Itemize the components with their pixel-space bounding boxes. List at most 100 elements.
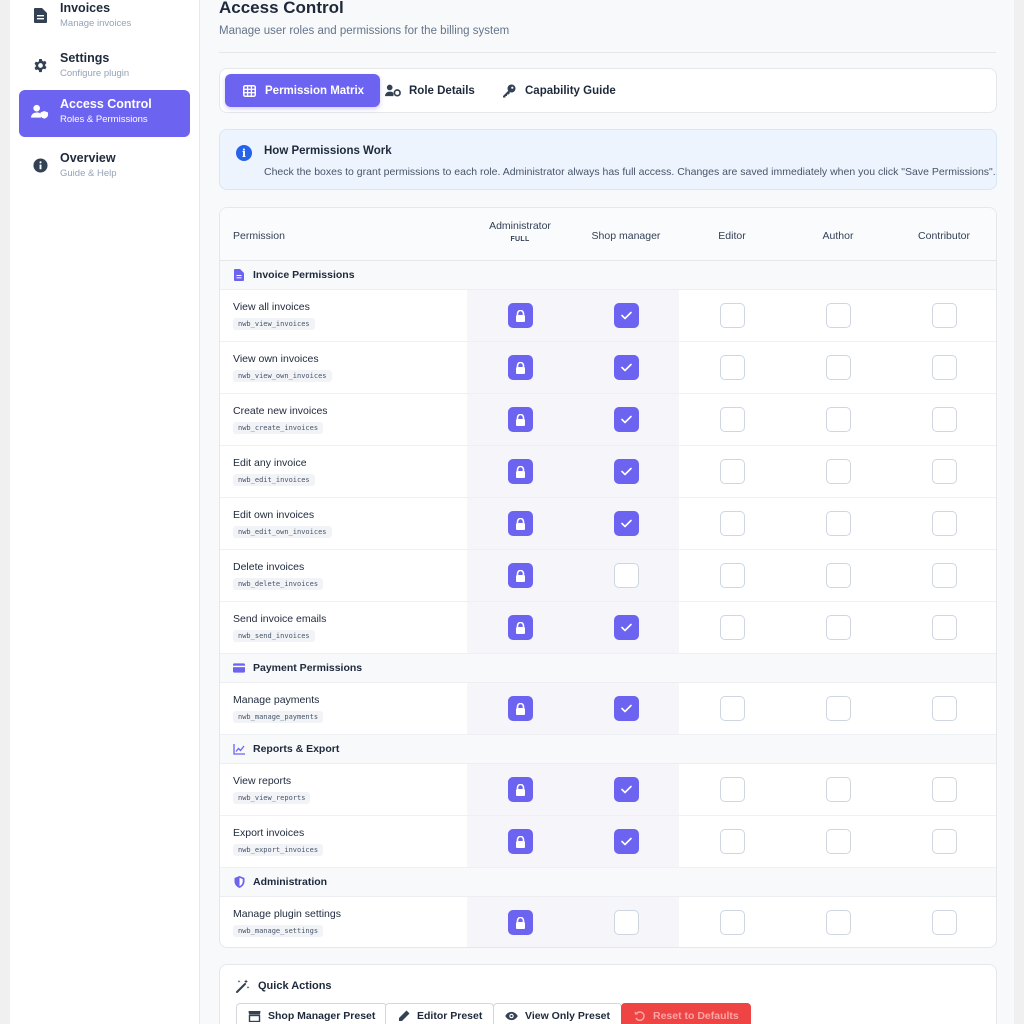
author-checkbox[interactable] [825,355,851,380]
administrator-locked-checkbox [507,829,533,854]
editor-checkbox[interactable] [719,303,745,328]
editor-preset-button[interactable]: Editor Preset [385,1003,495,1024]
lock-icon [515,309,526,322]
lock-icon [515,783,526,796]
contributor-checkbox[interactable] [931,563,957,588]
check-icon [620,415,632,424]
key-icon [501,83,517,99]
contributor-checkbox[interactable] [931,511,957,536]
permission-row: Manage payments nwb_manage_payments [220,683,996,735]
role-header-contributor: Contributor [918,230,970,242]
contributor-checkbox[interactable] [931,459,957,484]
lock-icon [515,517,526,530]
capability-code: nwb_manage_payments [233,711,324,723]
shop-manager-checkbox[interactable] [613,355,639,380]
sidebar-item-subtitle: Configure plugin [60,68,130,79]
author-checkbox[interactable] [825,459,851,484]
section-label: Reports & Export [253,743,340,755]
shop-manager-checkbox[interactable] [613,777,639,802]
sidebar-item-title: Access Control [60,97,152,111]
sidebar-item-access-control[interactable]: Access Control Roles & Permissions [19,90,190,137]
lock-icon [515,916,526,929]
check-icon [620,363,632,372]
editor-checkbox[interactable] [719,829,745,854]
sidebar-item-title: Invoices [60,1,111,15]
role-header-editor: Editor [718,230,746,242]
tab-capability-guide[interactable]: Capability Guide [501,74,616,107]
contributor-checkbox[interactable] [931,615,957,640]
lock-icon [515,835,526,848]
magic-wand-icon [236,979,250,993]
contributor-checkbox[interactable] [931,407,957,432]
capability-code: nwb_edit_own_invoices [233,526,332,538]
lock-icon [515,702,526,715]
sidebar-item-subtitle: Roles & Permissions [60,114,148,125]
table-icon [241,83,257,99]
editor-checkbox[interactable] [719,511,745,536]
editor-checkbox[interactable] [719,696,745,721]
contributor-checkbox[interactable] [931,696,957,721]
store-icon [248,1010,261,1023]
author-checkbox[interactable] [825,777,851,802]
contributor-checkbox[interactable] [931,355,957,380]
author-checkbox[interactable] [825,615,851,640]
permission-name: Manage payments [233,694,320,706]
capability-code: nwb_view_reports [233,792,311,804]
contributor-checkbox[interactable] [931,910,957,935]
author-checkbox[interactable] [825,829,851,854]
author-checkbox[interactable] [825,696,851,721]
author-checkbox[interactable] [825,563,851,588]
editor-checkbox[interactable] [719,615,745,640]
shop-manager-checkbox[interactable] [613,303,639,328]
sidebar-item-overview[interactable]: Overview Guide & Help [19,144,190,191]
editor-checkbox[interactable] [719,355,745,380]
section-label: Administration [253,876,328,888]
check-icon [620,467,632,476]
tab-label: Permission Matrix [265,84,365,97]
editor-checkbox[interactable] [719,777,745,802]
sidebar-item-title: Settings [60,51,110,65]
contributor-checkbox[interactable] [931,829,957,854]
editor-checkbox[interactable] [719,459,745,484]
shop-manager-checkbox[interactable] [613,829,639,854]
shop-manager-checkbox[interactable] [613,511,639,536]
shop-manager-checkbox[interactable] [613,615,639,640]
editor-checkbox[interactable] [719,910,745,935]
gear-icon [31,56,49,74]
reset-to-defaults-button[interactable]: Reset to Defaults [621,1003,751,1024]
sidebar-item-invoices[interactable]: Invoices Manage invoices [19,0,190,41]
lock-icon [515,361,526,374]
page-title: Access Control [219,0,344,17]
permission-row: Manage plugin settings nwb_manage_setting… [220,897,996,947]
author-checkbox[interactable] [825,303,851,328]
sidebar-item-title: Overview [60,151,116,165]
permission-row: Export invoices nwb_export_invoices [220,816,996,868]
permission-name: Create new invoices [233,405,328,417]
sidebar-item-settings[interactable]: Settings Configure plugin [19,44,190,91]
view-only-preset-button[interactable]: View Only Preset [493,1003,623,1024]
lock-icon [515,413,526,426]
info-notice: i How Permissions Work Check the boxes t… [219,129,997,190]
shop-manager-checkbox[interactable] [613,407,639,432]
administrator-locked-checkbox [507,303,533,328]
author-checkbox[interactable] [825,910,851,935]
shop-manager-preset-button[interactable]: Shop Manager Preset [236,1003,388,1024]
capability-code: nwb_edit_invoices [233,474,315,486]
tab-permission-matrix[interactable]: Permission Matrix [225,74,381,107]
author-checkbox[interactable] [825,511,851,536]
permission-matrix: Permission Administrator FULL Shop manag… [219,207,997,948]
info-text: Check the boxes to grant permissions to … [264,166,996,178]
shop-manager-checkbox[interactable] [613,696,639,721]
editor-checkbox[interactable] [719,563,745,588]
tab-role-details[interactable]: Role Details [385,74,475,107]
administrator-locked-checkbox [507,696,533,721]
contributor-checkbox[interactable] [931,303,957,328]
chart-line-icon [233,743,245,755]
author-checkbox[interactable] [825,407,851,432]
document-icon [233,269,245,281]
editor-checkbox[interactable] [719,407,745,432]
shop-manager-checkbox[interactable] [613,910,639,935]
contributor-checkbox[interactable] [931,777,957,802]
shop-manager-checkbox[interactable] [613,459,639,484]
shop-manager-checkbox[interactable] [613,563,639,588]
